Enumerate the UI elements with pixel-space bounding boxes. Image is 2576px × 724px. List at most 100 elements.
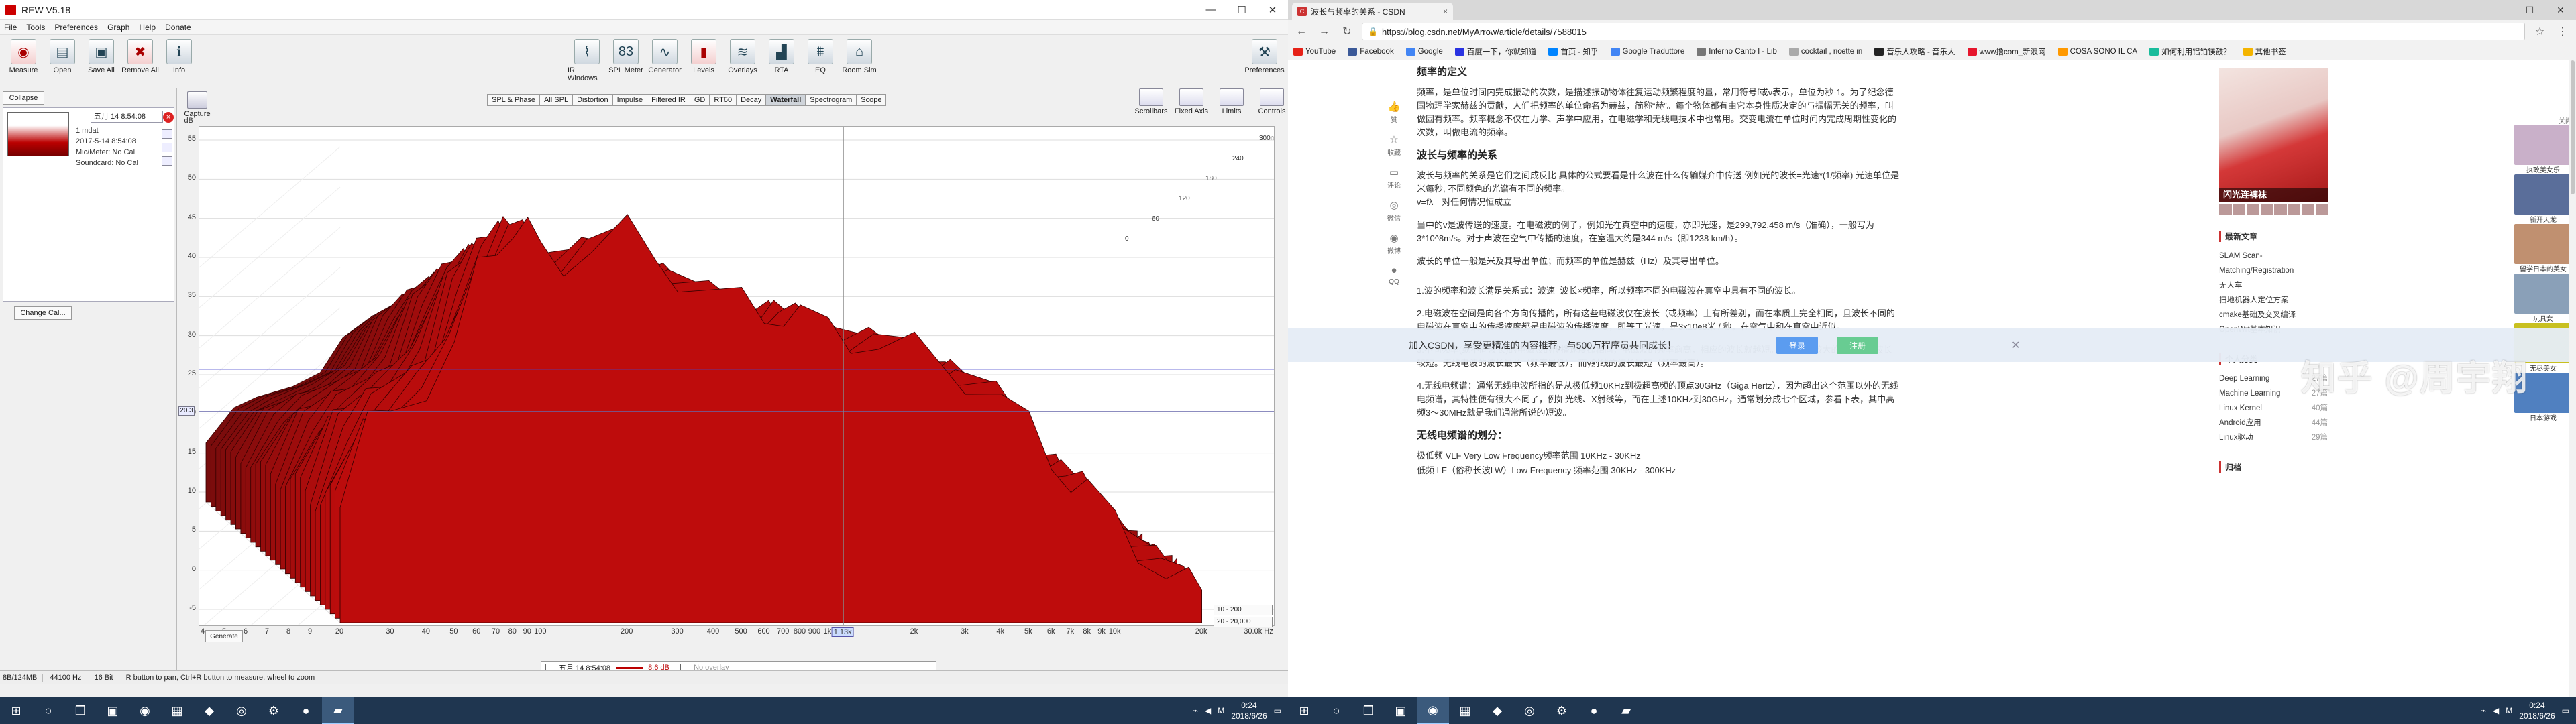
maximize-icon[interactable]: ☐ — [1226, 0, 1257, 19]
windows-start-icon[interactable]: ⊞ — [1288, 697, 1320, 724]
menu-tools[interactable]: Tools — [26, 23, 45, 32]
overlays-button[interactable]: ≋ Overlays — [723, 39, 762, 74]
sidebar-ad[interactable]: 闪光连裤袜 — [2219, 68, 2328, 202]
ad-thumb[interactable] — [2288, 204, 2300, 215]
tab-spl-phase[interactable]: SPL & Phase — [487, 94, 540, 106]
rew-task-icon[interactable]: ▰ — [322, 697, 354, 724]
eq-button[interactable]: ⩩ EQ — [801, 39, 840, 74]
tab-impulse[interactable]: Impulse — [612, 94, 647, 106]
save-small-icon[interactable] — [162, 156, 172, 166]
measurement-close-icon[interactable]: × — [163, 112, 174, 123]
room-sim-button[interactable]: ⌂ Room Sim — [840, 39, 879, 74]
tab-rt60[interactable]: RT60 — [709, 94, 737, 106]
page-scrollbar[interactable] — [2569, 60, 2576, 697]
menu-file[interactable]: File — [4, 23, 17, 32]
folder-icon[interactable]: ▦ — [161, 697, 193, 724]
measurement-entry[interactable]: 五月 14 8:54:08 × 1 mdat 2017-5-14 8:54:08… — [3, 107, 174, 320]
star-icon[interactable]: ☆ — [2532, 25, 2548, 38]
category-link[interactable]: Linux Kernel 40篇 — [2219, 401, 2328, 416]
wechat-share-button[interactable]: ◎ 微信 — [1387, 199, 1401, 223]
tab-filtered-ir[interactable]: Filtered IR — [647, 94, 690, 106]
info-button[interactable]: ℹ Info — [160, 39, 199, 74]
limits-button[interactable]: Limits — [1214, 88, 1249, 115]
bookmark-item[interactable]: 首页 - 知乎 — [1548, 46, 1599, 57]
capture-button[interactable]: Capture — [182, 91, 212, 118]
tab-waterfall[interactable]: Waterfall — [765, 94, 806, 106]
measurement-name-field[interactable]: 五月 14 8:54:08 — [91, 111, 163, 123]
task-view-icon[interactable]: ❐ — [1352, 697, 1385, 724]
waterfall-graph[interactable]: 300ms 240 180 120 60 0 — [199, 126, 1275, 626]
scrollbar-thumb[interactable] — [2571, 60, 2575, 194]
close-icon[interactable]: ✕ — [1257, 0, 1288, 19]
chrome-tab[interactable]: C 波长与频率的关系 - CSDN × — [1292, 3, 1453, 20]
rta-button[interactable]: ▟ RTA — [762, 39, 801, 74]
menu-donate[interactable]: Donate — [165, 23, 191, 32]
rew-task-icon[interactable]: ▰ — [1610, 697, 1642, 724]
store-icon[interactable]: ▣ — [1385, 697, 1417, 724]
tab-distortion[interactable]: Distortion — [572, 94, 612, 106]
save-all-button[interactable]: ▣ Save All — [82, 39, 121, 74]
chrome-icon[interactable]: ◉ — [129, 697, 161, 724]
menu-preferences[interactable]: Preferences — [54, 23, 98, 32]
menu-graph[interactable]: Graph — [107, 23, 129, 32]
bookmark-item[interactable]: Google — [1405, 47, 1443, 56]
menu-help[interactable]: Help — [139, 23, 156, 32]
search-icon[interactable]: ○ — [32, 697, 64, 724]
settings-icon[interactable]: ⚙ — [258, 697, 290, 724]
ad-thumb[interactable] — [2315, 204, 2328, 215]
bookmark-item[interactable]: Google Traduttore — [1610, 47, 1684, 56]
network-icon[interactable]: ⌁ — [1193, 706, 1198, 715]
clock[interactable]: 0:24 2018/6/26 — [1231, 700, 1267, 721]
measurement-thumbnail[interactable] — [7, 112, 69, 156]
bookmark-item[interactable]: YouTube — [1293, 47, 1336, 56]
windows-start-icon[interactable]: ⊞ — [0, 697, 32, 724]
reload-icon[interactable]: ↻ — [1339, 25, 1355, 38]
ime-icon[interactable]: M — [1218, 706, 1224, 715]
tab-close-icon[interactable]: × — [1443, 7, 1448, 16]
notification-icon[interactable]: ▭ — [2562, 706, 2569, 715]
task-view-icon[interactable]: ❐ — [64, 697, 97, 724]
volume-icon[interactable]: ◀ — [1205, 706, 1211, 715]
preferences-button[interactable]: ⚒ Preferences — [1244, 39, 1285, 74]
wechat-icon[interactable]: ◎ — [225, 697, 258, 724]
spl-meter-button[interactable]: 83 SPL Meter — [606, 39, 645, 74]
bookmark-item[interactable]: COSA SONO IL CA — [2057, 47, 2137, 56]
generator-button[interactable]: ∿ Generator — [645, 39, 684, 74]
ir-windows-button[interactable]: ⌇ IR Windows — [568, 39, 606, 82]
login-button[interactable]: 登录 — [1776, 337, 1818, 354]
bookmark-item[interactable]: 如何利用铝铂镁鼓？ — [2149, 46, 2231, 57]
bookmark-item[interactable]: cocktail , ricette in — [1788, 47, 1862, 56]
minimize-icon[interactable]: — — [2483, 0, 2514, 20]
tab-decay[interactable]: Decay — [736, 94, 766, 106]
address-bar[interactable]: 🔒 https://blog.csdn.net/MyArrow/article/… — [1362, 23, 2525, 40]
store-icon[interactable]: ▣ — [97, 697, 129, 724]
bookmark-item[interactable]: 其他书签 — [2243, 46, 2286, 57]
register-button[interactable]: 注册 — [1837, 337, 1878, 354]
tab-spectrogram[interactable]: Spectrogram — [805, 94, 857, 106]
scrollbars-button[interactable]: Scrollbars — [1134, 88, 1169, 115]
comment-button[interactable]: ▭ 评论 — [1387, 166, 1401, 190]
y-marker-badge[interactable]: 20.3 — [178, 406, 195, 416]
wechat-icon[interactable]: ◎ — [1513, 697, 1546, 724]
back-icon[interactable]: ← — [1293, 25, 1309, 38]
search-icon[interactable]: ○ — [1320, 697, 1352, 724]
remove-all-button[interactable]: ✖ Remove All — [121, 39, 160, 74]
like-button[interactable]: 👍 赞 — [1387, 101, 1401, 124]
close-icon[interactable]: ✕ — [2545, 0, 2576, 20]
maximize-icon[interactable]: ☐ — [2514, 0, 2545, 20]
freq-range-box[interactable]: 20 - 20,000 — [1214, 617, 1273, 627]
chrome-icon[interactable]: ◉ — [1417, 697, 1449, 724]
ad-thumb[interactable] — [2247, 204, 2259, 215]
recent-article-link[interactable]: 扫地机器人定位方案 — [2219, 293, 2328, 308]
tab-all-spl[interactable]: All SPL — [539, 94, 573, 106]
menu-icon[interactable]: ⋮ — [2555, 25, 2571, 38]
bookmark-item[interactable]: Facebook — [1348, 47, 1394, 56]
bookmark-item[interactable]: www撸com_新浪网 — [1967, 46, 2046, 57]
ad-thumb[interactable] — [2219, 204, 2232, 215]
fixed-axis-button[interactable]: Fixed Axis — [1174, 88, 1209, 115]
side-ad-item[interactable]: 玩具女 — [2514, 274, 2572, 323]
minimize-icon[interactable]: — — [1195, 0, 1226, 19]
time-range-box[interactable]: 10 - 200 — [1214, 605, 1273, 615]
qq-share-button[interactable]: ● QQ — [1387, 265, 1401, 286]
info-small-icon[interactable] — [162, 143, 172, 152]
